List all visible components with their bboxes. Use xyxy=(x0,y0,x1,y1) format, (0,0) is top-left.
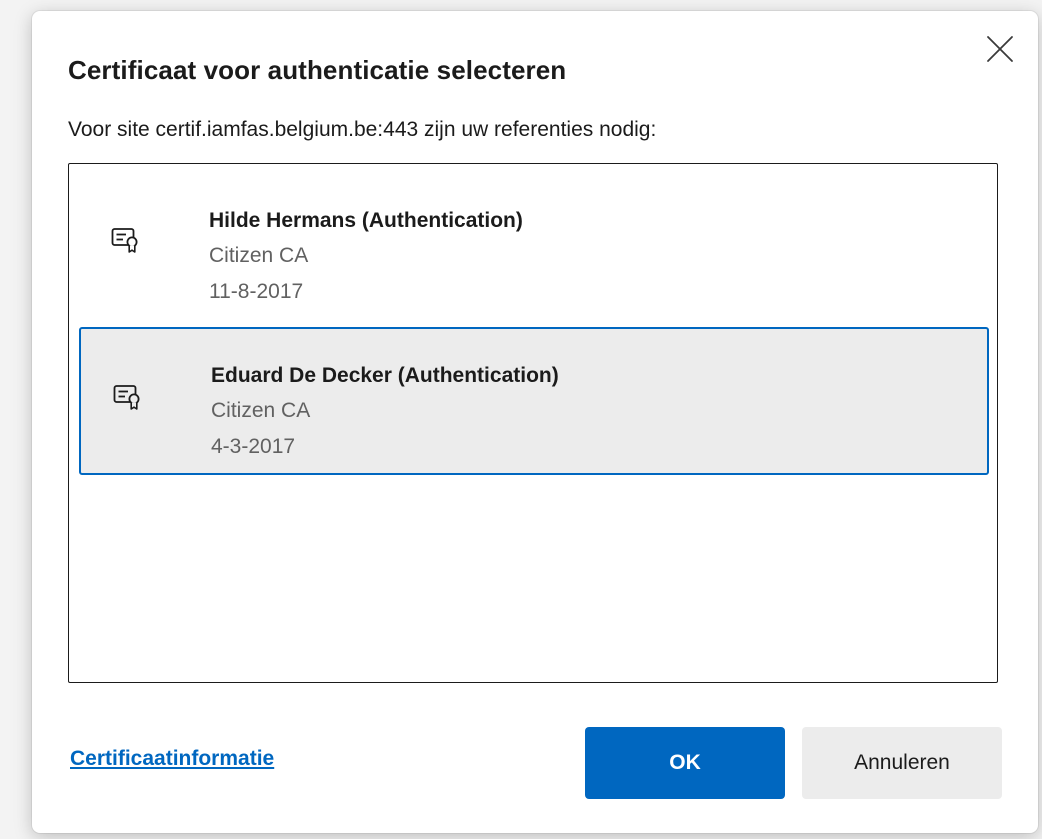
cancel-button[interactable]: Annuleren xyxy=(802,727,1002,799)
certificate-name: Hilde Hermans (Authentication) xyxy=(209,209,523,232)
certificate-issuer: Citizen CA xyxy=(211,399,311,422)
certificate-issuer: Citizen CA xyxy=(209,244,309,267)
close-icon xyxy=(987,36,1013,62)
certificate-info-link[interactable]: Certificaatinformatie xyxy=(70,747,274,771)
certificate-dialog: Certificaat voor authenticatie selectere… xyxy=(32,11,1038,833)
close-button[interactable] xyxy=(982,31,1018,67)
dialog-subtitle: Voor site certif.iamfas.belgium.be:443 z… xyxy=(68,118,657,141)
certificate-icon xyxy=(113,385,140,410)
certificate-list[interactable]: Hilde Hermans (Authentication) Citizen C… xyxy=(68,163,998,683)
dialog-title: Certificaat voor authenticatie selectere… xyxy=(68,55,567,85)
certificate-item[interactable]: Hilde Hermans (Authentication) Citizen C… xyxy=(79,172,989,320)
ok-button[interactable]: OK xyxy=(585,727,785,799)
certificate-date: 4-3-2017 xyxy=(211,435,296,458)
certificate-icon xyxy=(111,228,138,253)
certificate-name: Eduard De Decker (Authentication) xyxy=(211,364,559,387)
certificate-item-selected[interactable]: Eduard De Decker (Authentication) Citize… xyxy=(79,327,989,475)
certificate-date: 11-8-2017 xyxy=(209,280,304,303)
